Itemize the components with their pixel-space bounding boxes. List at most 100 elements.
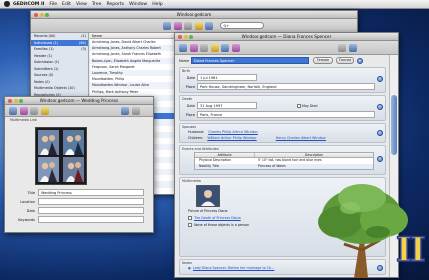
birth-date-label: Date bbox=[186, 75, 195, 80]
birth-section: Birth Date 1 Jul 1961 Place Park House, … bbox=[179, 67, 386, 93]
name-field[interactable]: Diana Frances Spencer bbox=[191, 57, 309, 64]
menu-tree[interactable]: Tree bbox=[92, 2, 102, 7]
name-label: Name bbox=[179, 58, 190, 63]
mm-caption: Picture of Princess Diana bbox=[188, 209, 228, 213]
window-title: Windsor.gedcom bbox=[176, 12, 212, 17]
report-icon[interactable] bbox=[40, 106, 49, 115]
mm-field-row: Title Wedding Princess bbox=[11, 189, 151, 196]
children-label: Children: bbox=[188, 136, 204, 140]
forward-icon[interactable] bbox=[338, 43, 346, 52]
event-attribute: Nobility Title bbox=[199, 163, 219, 168]
info-icon[interactable] bbox=[131, 106, 140, 115]
mm-field-input[interactable] bbox=[38, 207, 144, 214]
mm-field-input[interactable] bbox=[38, 198, 144, 205]
menu-file[interactable]: File bbox=[49, 2, 57, 7]
menu-view[interactable]: View bbox=[76, 2, 87, 7]
sex-popup[interactable]: Female bbox=[313, 57, 333, 64]
birth-edit-icon[interactable] bbox=[377, 76, 383, 82]
multimedia-fields: Title Wedding Princess Location Date Keyword… bbox=[11, 189, 151, 225]
wedding-photo bbox=[36, 128, 86, 184]
chart-icon[interactable] bbox=[205, 21, 213, 30]
menu-window[interactable]: Window bbox=[129, 2, 147, 7]
multimedia-window: Windsor.gedcom — Wedding Princess Multim… bbox=[4, 96, 154, 233]
mm-field-row: Location bbox=[11, 198, 151, 205]
report-icon[interactable] bbox=[194, 21, 203, 30]
minimize-icon[interactable] bbox=[39, 13, 44, 17]
death-date-row: Date 31 Aug 1997 May Died bbox=[183, 102, 317, 109]
scroll-thumb[interactable] bbox=[391, 95, 397, 155]
format-button[interactable]: Format bbox=[336, 57, 354, 64]
forward-icon[interactable] bbox=[121, 106, 129, 115]
child-link-2[interactable]: Henry Charles Albert Windsor bbox=[276, 136, 326, 140]
people-icon[interactable] bbox=[163, 21, 171, 30]
person-window-titlebar[interactable]: Windsor.gedcom — Diana Frances Spencer bbox=[175, 33, 398, 41]
close-icon[interactable] bbox=[178, 35, 182, 39]
mm-field-input[interactable]: Wedding Princess bbox=[38, 189, 144, 196]
tree-icon[interactable] bbox=[30, 106, 38, 115]
zoom-icon[interactable] bbox=[19, 99, 23, 103]
couple-icon[interactable] bbox=[231, 43, 240, 52]
multimedia-section-title: Multimedia Link bbox=[10, 118, 37, 122]
multimedia-window-titlebar[interactable]: Windsor.gedcom — Wedding Princess bbox=[5, 97, 153, 105]
wedding-photo-frame bbox=[35, 127, 87, 185]
death-date-field[interactable]: 31 Aug 1997 bbox=[197, 102, 257, 109]
mm-field-label: Location bbox=[20, 199, 35, 204]
search-input[interactable]: Q+ bbox=[219, 22, 264, 29]
mm-note-checkbox[interactable] bbox=[188, 223, 192, 227]
zoom-icon[interactable] bbox=[45, 13, 49, 17]
birth-place-row: Place Park House, Sandringham, Norfolk, … bbox=[183, 83, 375, 90]
multimedia-toolbar bbox=[5, 105, 153, 117]
family-icon[interactable] bbox=[173, 21, 182, 30]
note-row: ● Lady Diana Spencer: Before her marriag… bbox=[188, 266, 274, 270]
app-menu[interactable]: GEDitCOM II bbox=[13, 2, 44, 7]
window-controls bbox=[8, 99, 25, 103]
event-row[interactable]: Nobility Title Princess of Wales bbox=[195, 163, 373, 169]
death-section: Death Date 31 Aug 1997 May Died Place Pa… bbox=[179, 95, 386, 121]
window-controls bbox=[34, 13, 51, 17]
help-button[interactable] bbox=[357, 57, 363, 64]
tree-icon[interactable] bbox=[184, 21, 192, 30]
child-link-1[interactable]: William Arthur Philip Windsor bbox=[207, 136, 256, 140]
mm-link[interactable]: The Death of Princess Diana bbox=[194, 216, 241, 220]
death-place-field[interactable]: Paris, France bbox=[197, 111, 375, 118]
mm-note: None of these objects is a person bbox=[194, 223, 250, 227]
zoom-icon[interactable] bbox=[189, 35, 193, 39]
spouses-edit-icon[interactable] bbox=[377, 130, 383, 136]
info-icon[interactable] bbox=[348, 43, 357, 52]
death-place-label: Place bbox=[185, 112, 195, 117]
family-icon[interactable] bbox=[189, 43, 198, 52]
minimize-icon[interactable] bbox=[183, 35, 188, 39]
close-icon[interactable] bbox=[34, 13, 38, 17]
death-date-label: Date bbox=[186, 103, 195, 108]
death-edit-icon[interactable] bbox=[377, 104, 383, 110]
mm-field-input[interactable] bbox=[38, 216, 144, 223]
report-icon[interactable] bbox=[210, 43, 219, 52]
menu-edit[interactable]: Edit bbox=[62, 2, 71, 7]
window-title: Windsor.gedcom — Diana Frances Spencer bbox=[241, 34, 332, 39]
index-toolbar: Q+ bbox=[31, 19, 357, 33]
back-icon[interactable] bbox=[9, 106, 17, 115]
diana-portrait bbox=[197, 186, 219, 206]
birth-date-field[interactable]: 1 Jul 1961 bbox=[197, 74, 257, 81]
menu-reports[interactable]: Reports bbox=[106, 2, 124, 7]
note-link[interactable]: Lady Diana Spencer: Before her marriage … bbox=[193, 266, 274, 270]
apple-menu-icon[interactable] bbox=[4, 1, 10, 7]
events-col-attribute[interactable]: Attribute bbox=[195, 153, 255, 157]
husband-link[interactable]: Charles Philip Arthur Windsor bbox=[208, 130, 258, 134]
back-icon[interactable] bbox=[179, 43, 187, 52]
events-edit-icon[interactable] bbox=[377, 156, 383, 162]
birth-place-field[interactable]: Park House, Sandringham, Norfolk, Englan… bbox=[197, 83, 375, 90]
may-died-checkbox[interactable] bbox=[297, 103, 301, 108]
events-col-description[interactable]: Description bbox=[255, 153, 373, 157]
minimize-icon[interactable] bbox=[13, 99, 18, 103]
menu-help[interactable]: Help bbox=[152, 2, 162, 7]
people-icon[interactable] bbox=[221, 43, 229, 52]
family-icon[interactable] bbox=[19, 106, 28, 115]
events-table: Attribute Description Physical Descripti… bbox=[194, 152, 374, 170]
close-icon[interactable] bbox=[8, 99, 12, 103]
mm-link-checkbox[interactable] bbox=[188, 216, 192, 220]
tree-icon[interactable] bbox=[200, 43, 208, 52]
index-window-titlebar[interactable]: Windsor.gedcom bbox=[31, 11, 357, 19]
diana-thumbnail[interactable] bbox=[196, 185, 220, 207]
death-place-row: Place Paris, France bbox=[183, 111, 375, 118]
